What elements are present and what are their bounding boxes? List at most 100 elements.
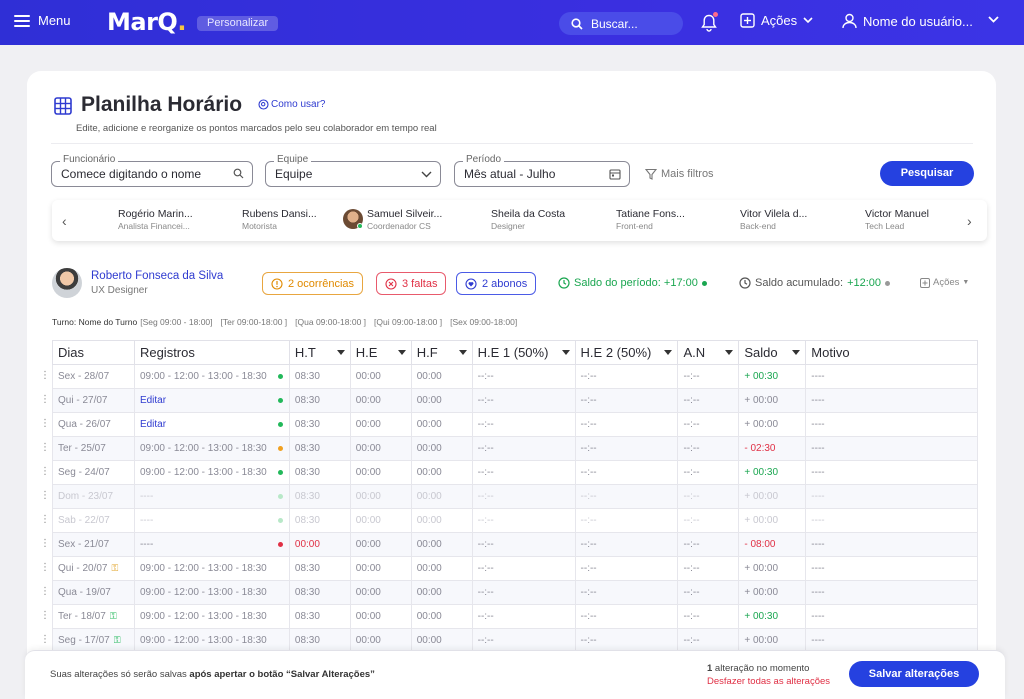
employee-card[interactable]: Sheila da Costa Designer [491, 208, 601, 231]
column-header[interactable]: Dias [52, 340, 135, 365]
chevron-down-icon[interactable] [988, 16, 999, 24]
caret-down-icon[interactable] [458, 350, 467, 355]
drag-handle-icon[interactable]: ⋮ [40, 443, 50, 453]
calendar-icon [609, 169, 621, 180]
cell-reg[interactable]: 09:00 - 12:00 - 13:00 - 18:30 [133, 436, 290, 461]
cell-reg[interactable]: Editar [133, 412, 290, 437]
chevron-left-icon[interactable]: ‹ [62, 213, 67, 229]
periodo-select[interactable]: Período Mês atual - Julho [454, 154, 630, 187]
personalizar-button[interactable]: Personalizar [197, 16, 279, 31]
caret-down-icon[interactable] [725, 350, 734, 355]
table-row[interactable]: Sex - 28/07 ⋮ 09:00 - 12:00 - 13:00 - 18:3… [40, 364, 978, 389]
acoes-dropdown[interactable]: Ações ▼ [920, 277, 969, 288]
funcionario-input[interactable]: Comece digitando o nome [61, 167, 201, 181]
cell-reg[interactable]: 09:00 - 12:00 - 13:00 - 18:30 [133, 460, 290, 485]
drag-handle-icon[interactable]: ⋮ [40, 611, 50, 621]
table-row[interactable]: Qui - 20/07 ⋮ ⚿ 09:00 - 12:00 - 13:00 - 18:… [40, 556, 978, 581]
cell-an: --:-- [677, 364, 740, 389]
faltas-badge[interactable]: 3 faltas [376, 272, 447, 295]
menu-button[interactable]: Menu [14, 13, 71, 28]
column-header[interactable]: H.E 2 (50%) [574, 340, 679, 365]
cell-reg[interactable]: 09:00 - 12:00 - 13:00 - 18:30 [133, 628, 290, 653]
drag-handle-icon[interactable]: ⋮ [40, 419, 50, 429]
funcionario-label: Funcionário [60, 154, 119, 165]
cell-reg[interactable]: 09:00 - 12:00 - 13:00 - 18:30 [133, 556, 290, 581]
column-header[interactable]: H.T [288, 340, 351, 365]
cell-reg[interactable]: 09:00 - 12:00 - 13:00 - 18:30 [133, 364, 290, 389]
employee-card[interactable]: Victor Manuel Tech Lead [865, 208, 975, 231]
cell-reg[interactable]: ---- [133, 508, 290, 533]
cell-saldo: + 00:00 [738, 388, 807, 413]
table-row[interactable]: Ter - 25/07 ⋮ 09:00 - 12:00 - 13:00 - 18:3… [40, 436, 978, 461]
cell-hf: 00:00 [410, 436, 473, 461]
status-dot [277, 422, 283, 427]
table-row[interactable]: Qui - 27/07 ⋮ Editar 08:30 00:00 00:00 --:-- --… [40, 388, 978, 413]
info-icon[interactable] [885, 280, 891, 286]
table-row[interactable]: Qua - 26/07 ⋮ Editar 08:30 00:00 00:00 --:-- --… [40, 412, 978, 437]
cell-text: --:-- [683, 395, 700, 406]
employee-card[interactable]: Rogério Marin... Analista Financei... [118, 208, 228, 231]
column-header[interactable]: H.F [410, 340, 473, 365]
employee-name: Samuel Silveir... [367, 208, 443, 220]
cell-text: 08:30 [294, 491, 320, 502]
cell-reg[interactable]: 09:00 - 12:00 - 13:00 - 18:30 [133, 580, 290, 605]
employee-card[interactable]: Vitor Vilela d... Back-end [740, 208, 850, 231]
undo-all-link[interactable]: Desfazer todas as alterações [707, 676, 830, 687]
caret-down-icon[interactable] [792, 350, 801, 355]
column-header[interactable]: Registros [133, 340, 290, 365]
drag-handle-icon[interactable]: ⋮ [40, 491, 50, 501]
table-row[interactable]: Dom - 23/07 ⋮ ---- 08:30 00:00 00:00 --:-- --:-… [40, 484, 978, 509]
search-button[interactable]: Buscar... [559, 12, 683, 35]
drag-handle-icon[interactable]: ⋮ [40, 587, 50, 597]
cell-reg[interactable]: Editar [133, 388, 290, 413]
drag-handle-icon[interactable]: ⋮ [40, 515, 50, 525]
cell-text: Sex - 21/07 [58, 539, 110, 550]
caret-down-icon[interactable] [561, 350, 570, 355]
help-link[interactable]: Como usar? [258, 99, 325, 110]
save-changes-button[interactable]: Salvar alterações [849, 661, 979, 687]
table-row[interactable]: Sab - 22/07 ⋮ ---- 08:30 00:00 00:00 --:-- --:-… [40, 508, 978, 533]
column-header[interactable]: H.E 1 (50%) [471, 340, 576, 365]
cell-text: + 00:00 [744, 515, 779, 526]
equipe-select[interactable]: Equipe Equipe [265, 154, 441, 187]
column-header[interactable]: H.E [349, 340, 412, 365]
column-header[interactable]: Saldo [738, 340, 807, 365]
column-header[interactable]: Motivo [805, 340, 978, 365]
mais-filtros-button[interactable]: Mais filtros [645, 168, 714, 180]
timesheet-table: Dias Registros H.T H.E H.F H.E 1 (50%) H… [40, 340, 978, 653]
cell-dia: Seg - 24/07 ⋮ [40, 460, 135, 485]
table-row[interactable]: Seg - 24/07 ⋮ 09:00 - 12:00 - 13:00 - 18:3… [40, 460, 978, 485]
table-row[interactable]: Qua - 19/07 ⋮ 09:00 - 12:00 - 13:00 - 18:3… [40, 580, 978, 605]
selected-employee-name[interactable]: Roberto Fonseca da Silva [91, 270, 223, 282]
cell-text: 09:00 - 12:00 - 13:00 - 18:30 [139, 563, 267, 574]
pesquisar-button[interactable]: Pesquisar [880, 161, 974, 186]
drag-handle-icon[interactable]: ⋮ [40, 467, 50, 477]
user-menu-button[interactable]: Nome do usuário... [842, 13, 973, 29]
caret-down-icon[interactable] [336, 350, 345, 355]
cell-reg[interactable]: 09:00 - 12:00 - 13:00 - 18:30 [133, 604, 290, 629]
drag-handle-icon[interactable]: ⋮ [40, 371, 50, 381]
logo[interactable]: MarQ. [107, 8, 186, 36]
employee-card[interactable]: Samuel Silveir... Coordenador CS [343, 208, 477, 231]
ocorrencias-badge[interactable]: 2 ocorrências [262, 272, 364, 295]
chevron-right-icon[interactable]: › [967, 213, 972, 229]
caret-down-icon[interactable] [397, 350, 406, 355]
cell-reg[interactable]: ---- [133, 484, 290, 509]
column-header[interactable]: A.N [677, 340, 740, 365]
employee-card[interactable]: Rubens Dansi... Motorista [242, 208, 352, 231]
employee-card[interactable]: Tatiane Fons... Front-end [616, 208, 726, 231]
drag-handle-icon[interactable]: ⋮ [40, 563, 50, 573]
cell-reg[interactable]: ---- [133, 532, 290, 557]
drag-handle-icon[interactable]: ⋮ [40, 395, 50, 405]
menu-label: Menu [38, 13, 71, 28]
acoes-menu-button[interactable]: Ações [740, 13, 813, 28]
abonos-badge[interactable]: 2 abonos [456, 272, 537, 295]
table-row[interactable]: Seg - 17/07 ⋮ ⚿ 09:00 - 12:00 - 13:00 - 18:… [40, 628, 978, 653]
changes-count: 1 alteração no momento [707, 663, 809, 674]
funcionario-field[interactable]: Funcionário Comece digitando o nome [51, 154, 253, 187]
caret-down-icon[interactable] [664, 350, 673, 355]
drag-handle-icon[interactable]: ⋮ [40, 635, 50, 645]
drag-handle-icon[interactable]: ⋮ [40, 539, 50, 549]
table-row[interactable]: Ter - 18/07 ⋮ ⚿ 09:00 - 12:00 - 13:00 - 18:… [40, 604, 978, 629]
table-row[interactable]: Sex - 21/07 ⋮ ---- 00:00 00:00 00:00 --:-- --:-… [40, 532, 978, 557]
